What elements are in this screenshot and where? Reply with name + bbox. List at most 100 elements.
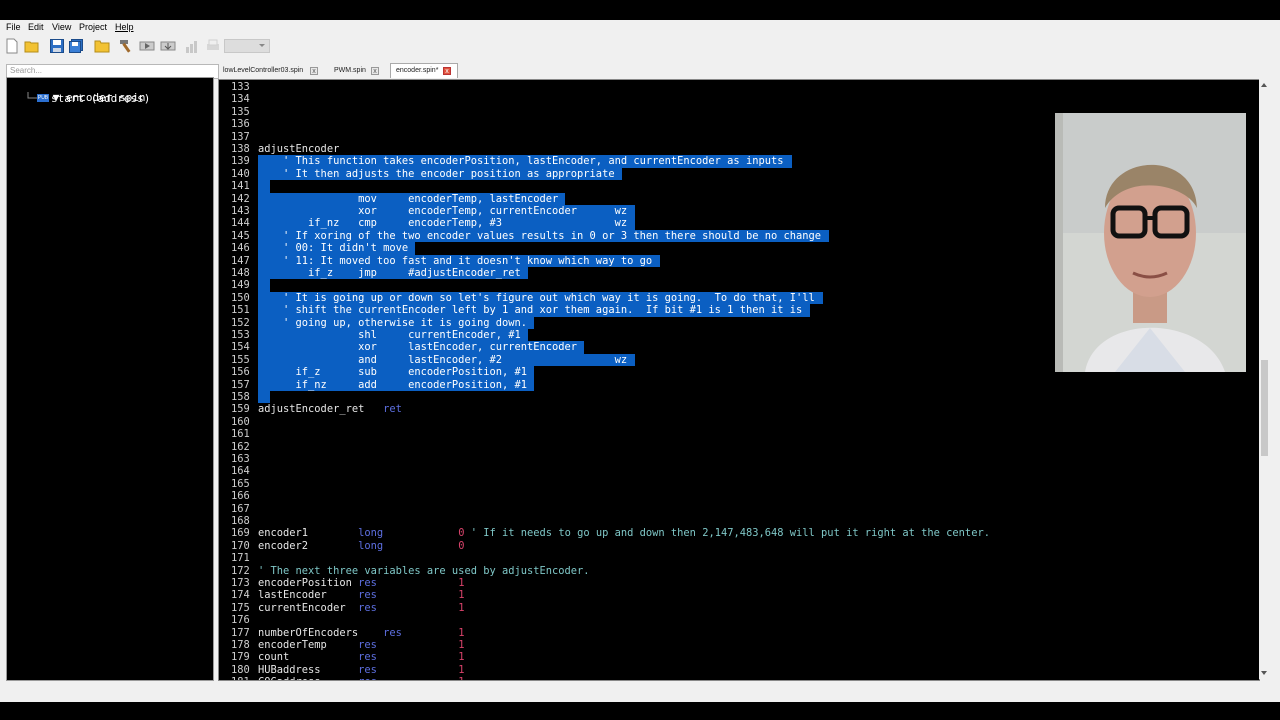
webcam-overlay xyxy=(1055,113,1246,372)
code-text: xor encoderTemp, currentEncoder wz xyxy=(258,205,628,217)
code-line[interactable]: 134 xyxy=(219,93,1259,105)
code-line[interactable]: 160 xyxy=(219,416,1259,428)
code-line[interactable]: 133 xyxy=(219,81,1259,93)
code-line[interactable]: 159 adjustEncoder_ret ret xyxy=(219,403,1259,415)
code-line[interactable]: 173 encoderPosition res 1 xyxy=(219,577,1259,589)
save-icon[interactable] xyxy=(49,38,65,54)
tab-lowlevelcontroller[interactable]: lowLevelController03.spin x xyxy=(218,64,328,78)
folder-icon[interactable] xyxy=(94,38,110,54)
line-number: 160 xyxy=(231,415,250,428)
close-tab-icon[interactable]: x xyxy=(310,67,318,75)
line-number: 173 xyxy=(231,577,250,589)
open-folder-icon[interactable] xyxy=(24,38,40,54)
vertical-scrollbar[interactable] xyxy=(1259,79,1270,679)
code-line[interactable]: 158 xyxy=(219,391,1259,404)
code-text: ' It is going up or down so let's figure… xyxy=(258,291,815,304)
download-icon[interactable] xyxy=(160,38,176,54)
code-text: if_nz cmp encoderTemp, #3 wz xyxy=(258,217,628,230)
code-line[interactable]: 178 encoderTemp res 1 xyxy=(219,639,1259,651)
tab-label: encoder.spin* xyxy=(396,67,439,74)
code-line[interactable]: 161 xyxy=(219,428,1259,440)
line-number: 170 xyxy=(231,539,250,552)
code-line[interactable]: 181 COGaddress res 1 xyxy=(219,676,1259,680)
code-text: ' 11: It moved too fast and it doesn't k… xyxy=(258,254,653,267)
code-line[interactable]: 180 HUBaddress res 1 xyxy=(219,664,1259,676)
status-bar xyxy=(0,682,1280,702)
menu-view[interactable]: View xyxy=(52,22,71,32)
scroll-down-icon[interactable] xyxy=(1261,671,1267,675)
code-line[interactable]: 171 xyxy=(219,552,1259,564)
code-text: count res 1 xyxy=(258,651,465,664)
scroll-up-icon[interactable] xyxy=(1261,83,1267,87)
line-number: 146 xyxy=(231,242,250,255)
code-text: ' going up, otherwise it is going down. xyxy=(258,316,527,329)
line-number: 145 xyxy=(231,229,250,242)
line-number: 155 xyxy=(231,353,250,366)
line-number: 134 xyxy=(231,93,250,106)
code-line[interactable]: 166 xyxy=(219,490,1259,502)
menu-help[interactable]: Help xyxy=(115,22,134,32)
print-icon[interactable] xyxy=(205,38,221,54)
code-line[interactable]: 177 numberOfEncoders res 1 xyxy=(219,627,1259,639)
code-line[interactable]: 162 xyxy=(219,441,1259,453)
close-tab-icon[interactable]: x xyxy=(443,67,451,75)
line-number: 177 xyxy=(231,626,250,639)
line-number: 166 xyxy=(231,490,250,503)
line-number: 168 xyxy=(231,515,250,527)
chart-icon[interactable] xyxy=(184,38,200,54)
code-text: COGaddress res 1 xyxy=(258,676,464,680)
code-text: encoderPosition res 1 xyxy=(258,577,465,589)
port-select[interactable] xyxy=(224,39,270,53)
line-number: 179 xyxy=(231,651,250,664)
code-text: if_z sub encoderPosition, #1 xyxy=(258,366,527,379)
code-line[interactable]: 167 xyxy=(219,503,1259,515)
code-line[interactable]: 157 if_nz add encoderPosition, #1 xyxy=(219,378,1259,391)
code-text: adjustEncoder xyxy=(258,143,340,155)
menu-project[interactable]: Project xyxy=(79,22,107,32)
line-number: 157 xyxy=(231,378,250,391)
code-line[interactable]: 179 count res 1 xyxy=(219,651,1259,663)
build-hammer-icon[interactable] xyxy=(118,38,134,54)
save-all-icon[interactable] xyxy=(68,38,84,54)
code-line[interactable]: 165 xyxy=(219,478,1259,490)
line-number: 137 xyxy=(231,130,250,143)
close-tab-icon[interactable]: x xyxy=(371,67,379,75)
code-line[interactable]: 163 xyxy=(219,453,1259,465)
line-number: 180 xyxy=(231,663,250,676)
new-file-icon[interactable] xyxy=(4,38,20,54)
code-text: numberOfEncoders res 1 xyxy=(258,626,465,639)
code-text: xor lastEncoder, currentEncoder xyxy=(258,341,578,354)
code-line[interactable]: 168 xyxy=(219,515,1259,527)
line-number: 178 xyxy=(231,639,250,651)
scrollbar-thumb[interactable] xyxy=(1261,360,1268,456)
run-icon[interactable] xyxy=(139,38,155,54)
code-line[interactable]: 170 encoder2 long 0 xyxy=(219,540,1259,552)
code-text: currentEncoder res 1 xyxy=(258,601,465,614)
tree-connector-icon xyxy=(27,92,37,99)
line-number: 172 xyxy=(231,564,250,577)
code-line[interactable]: 176 xyxy=(219,614,1259,626)
code-text: encoderTemp res 1 xyxy=(258,639,465,651)
line-number: 139 xyxy=(231,155,250,168)
code-line[interactable]: 175 currentEncoder res 1 xyxy=(219,602,1259,614)
line-number: 181 xyxy=(231,676,253,680)
code-line[interactable]: 174 lastEncoder res 1 xyxy=(219,589,1259,601)
line-number: 136 xyxy=(231,118,250,131)
line-number: 176 xyxy=(231,614,250,627)
code-text: ' It then adjusts the encoder position a… xyxy=(258,167,615,180)
line-number: 142 xyxy=(231,192,250,205)
code-line[interactable]: 172 ' The next three variables are used b… xyxy=(219,565,1259,577)
menu-edit[interactable]: Edit xyxy=(28,22,44,32)
tab-encoder[interactable]: encoder.spin* x xyxy=(390,63,458,78)
code-line[interactable]: 169 encoder1 long 0 ' If it needs to go u… xyxy=(219,527,1259,539)
menu-file[interactable]: File xyxy=(6,22,21,32)
tab-pwm[interactable]: PWM.spin x xyxy=(329,64,389,78)
code-line[interactable]: 164 xyxy=(219,465,1259,477)
line-number: 164 xyxy=(231,465,250,478)
line-number: 138 xyxy=(231,143,250,155)
line-number: 161 xyxy=(231,428,250,441)
line-number: 171 xyxy=(231,552,250,565)
tree-item-start[interactable]: start (address) xyxy=(51,92,150,105)
